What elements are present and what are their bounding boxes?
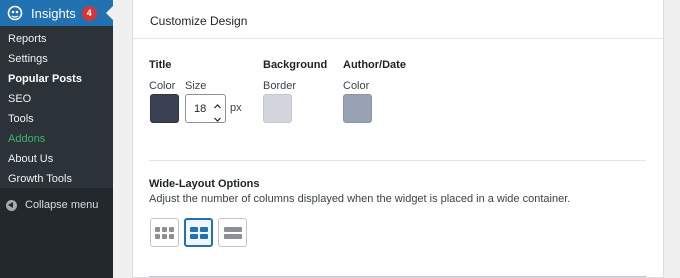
- wide-layout-heading: Wide-Layout Options: [149, 178, 260, 190]
- section-divider: [149, 160, 646, 161]
- author-date-color-label: Color: [343, 80, 370, 92]
- chevron-up-icon[interactable]: [213, 98, 222, 109]
- title-heading: Title: [149, 59, 172, 71]
- title-color-label: Color: [149, 80, 176, 92]
- collapse-menu-button[interactable]: Collapse menu: [6, 199, 98, 211]
- sidebar-item-growth-tools[interactable]: Growth Tools: [8, 173, 72, 185]
- title-color-swatch[interactable]: [150, 94, 179, 123]
- sidebar-item-tools[interactable]: Tools: [8, 113, 34, 125]
- insights-logo-icon: [7, 5, 23, 21]
- background-border-label: Border: [263, 80, 297, 92]
- sidebar-item-reports[interactable]: Reports: [8, 33, 47, 45]
- collapse-arrow-icon: [6, 199, 17, 211]
- title-size-label: Size: [185, 80, 207, 92]
- sidebar-item-seo[interactable]: SEO: [8, 93, 31, 105]
- chevron-down-icon[interactable]: [213, 111, 222, 122]
- sidebar-item-popular-posts[interactable]: Popular Posts: [8, 73, 82, 85]
- collapse-menu-label: Collapse menu: [25, 199, 99, 211]
- sidebar-item-about-us[interactable]: About Us: [8, 153, 53, 165]
- admin-sidebar: Insights 4 Reports Settings Popular Post…: [0, 0, 113, 278]
- size-unit-label: px: [230, 102, 242, 114]
- author-date-color-swatch[interactable]: [343, 94, 372, 123]
- sidebar-item-settings[interactable]: Settings: [8, 53, 48, 65]
- layout-one-column-button[interactable]: [218, 218, 247, 247]
- author-date-heading: Author/Date: [343, 59, 406, 71]
- layout-three-columns-button[interactable]: [150, 218, 179, 247]
- notification-badge: 4: [81, 5, 97, 21]
- title-size-stepper[interactable]: 18: [185, 94, 226, 123]
- two-columns-icon: [189, 226, 208, 239]
- background-border-swatch[interactable]: [263, 94, 292, 123]
- background-heading: Background: [263, 59, 328, 71]
- one-column-icon: [223, 226, 242, 239]
- section-divider-bottom: [149, 276, 646, 277]
- title-size-value[interactable]: 18: [194, 103, 206, 115]
- sidebar-item-addons[interactable]: Addons: [8, 133, 45, 145]
- current-menu-arrow: [106, 6, 113, 20]
- insights-title: Insights: [31, 5, 76, 21]
- three-columns-icon: [155, 226, 174, 239]
- layout-two-columns-button[interactable]: [184, 218, 213, 247]
- wide-layout-description: Adjust the number of columns displayed w…: [149, 193, 571, 205]
- insights-menu-header[interactable]: Insights 4: [0, 0, 113, 26]
- panel-header: Customize Design: [133, 0, 663, 39]
- panel-title: Customize Design: [150, 14, 248, 28]
